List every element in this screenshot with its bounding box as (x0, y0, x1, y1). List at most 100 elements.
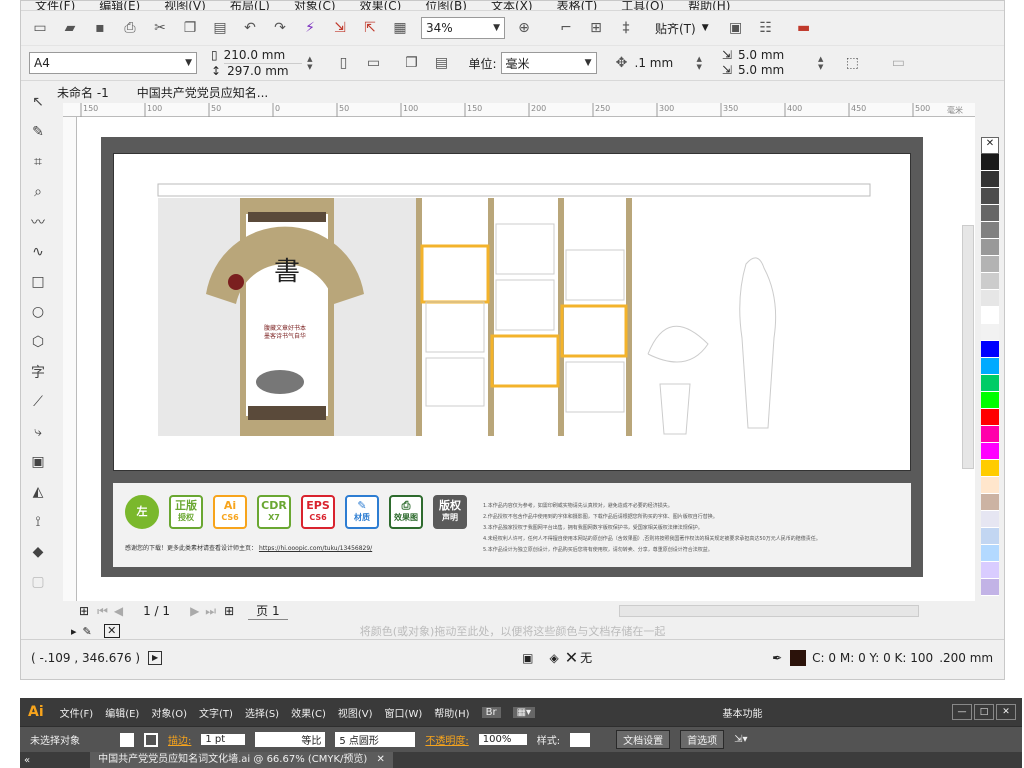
artboard[interactable]: 書 腹藏文章好书本 墨客诗书气自华 左 正版 授权 Ai CS6 CDR X7 … (101, 137, 923, 577)
color-swatch[interactable] (981, 375, 999, 392)
application-launcher-icon[interactable]: ▬ (793, 17, 815, 39)
ai-menu-item[interactable]: 选择(S) (245, 705, 279, 720)
print-icon[interactable]: ⎙ (119, 17, 141, 39)
duplicate-x-field[interactable]: 5.0 mm (738, 48, 816, 63)
nudge-spinner[interactable]: ▲ ▼ (697, 55, 702, 71)
nudge-distance-field[interactable]: .1 mm (635, 56, 695, 70)
ai-document-tab[interactable]: 中国共产党党员应知名词文化墙.ai @ 66.67% (CMYK/预览) ✕ (90, 752, 393, 768)
color-swatch[interactable] (981, 358, 999, 375)
page-tab[interactable]: 页 1 (248, 602, 288, 620)
color-swatch[interactable] (981, 511, 999, 528)
menu-item[interactable]: 编辑(E) (99, 1, 140, 10)
ellipse-tool-icon[interactable]: ○ (27, 301, 49, 323)
undo-icon[interactable]: ↶ (239, 17, 261, 39)
color-swatch[interactable] (981, 460, 999, 477)
paste-icon[interactable]: ▤ (209, 17, 231, 39)
stroke-weight-field[interactable]: 1 pt (201, 734, 246, 745)
menu-item[interactable]: 视图(V) (164, 1, 206, 10)
color-swatch[interactable] (981, 562, 999, 579)
status-play-icon[interactable]: ▶ (148, 650, 163, 665)
cut-icon[interactable]: ✂ (149, 17, 171, 39)
page-size-select[interactable]: A4 ▼ (29, 52, 197, 74)
menu-item[interactable]: 文本(X) (491, 1, 533, 10)
previous-page-icon[interactable]: ◀ (114, 604, 123, 618)
color-swatch[interactable] (981, 324, 999, 341)
zoom-level-select[interactable]: 34% ▼ (421, 17, 505, 39)
tab-party-members[interactable]: 中国共产党党员应知名... (137, 84, 268, 101)
color-swatch[interactable] (981, 579, 999, 596)
parallel-dimension-icon[interactable]: ⟋ (27, 391, 49, 413)
page-height-field[interactable]: 297.0 mm (227, 64, 305, 79)
duplicate-spinner[interactable]: ▲ ▼ (818, 55, 823, 71)
close-tab-icon[interactable]: ✕ (377, 754, 385, 765)
tab-untitled[interactable]: 未命名 -1 (57, 84, 109, 101)
style-swatch[interactable] (570, 732, 591, 747)
ai-menu-item[interactable]: 对象(O) (151, 705, 187, 720)
close-button[interactable]: ✕ (996, 704, 1016, 720)
color-swatch[interactable] (981, 409, 999, 426)
preferences-button[interactable]: 首选项 (680, 730, 725, 749)
stroke-profile[interactable]: 等比 (255, 732, 326, 747)
color-proof-icon[interactable]: ▣ (522, 651, 533, 665)
color-swatch[interactable] (981, 273, 999, 290)
menu-item[interactable]: 帮助(H) (688, 1, 730, 10)
minimize-button[interactable]: — (952, 704, 972, 720)
color-swatch[interactable] (981, 205, 999, 222)
save-icon[interactable]: ▪ (89, 17, 111, 39)
color-swatch[interactable] (981, 528, 999, 545)
stroke-swatch[interactable] (144, 732, 158, 747)
rectangle-tool-icon[interactable]: □ (27, 271, 49, 293)
polygon-tool-icon[interactable]: ⬡ (27, 331, 49, 353)
document-setup-button[interactable]: 文档设置 (616, 730, 671, 749)
horizontal-scrollbar[interactable] (619, 605, 919, 617)
options-icon[interactable]: ☷ (755, 17, 777, 39)
color-swatch[interactable] (981, 256, 999, 273)
color-swatch[interactable] (981, 154, 999, 171)
transparency-tool-icon[interactable]: ◭ (27, 481, 49, 503)
transform-icon[interactable]: ⇲▾ (734, 734, 747, 745)
menu-item[interactable]: 布局(L) (230, 1, 270, 10)
palette-menu-icon[interactable]: ▸ (71, 625, 77, 638)
welcome-screen-icon[interactable]: ▣ (725, 17, 747, 39)
show-guides-icon[interactable]: ‡ (615, 17, 637, 39)
maximize-button[interactable]: □ (974, 704, 994, 720)
units-select[interactable]: 毫米 ▼ (500, 52, 597, 74)
color-swatch[interactable] (981, 341, 999, 358)
color-swatch[interactable] (981, 290, 999, 307)
page-width-field[interactable]: 210.0 mm (223, 48, 302, 64)
import-icon[interactable]: ⇲ (329, 17, 351, 39)
treat-as-filled-icon[interactable]: ⬚ (841, 52, 863, 74)
ai-menu-item[interactable]: 文件(F) (60, 705, 94, 720)
menu-item[interactable]: 表格(T) (557, 1, 598, 10)
show-grid-icon[interactable]: ⊞ (585, 17, 607, 39)
ai-menu-item[interactable]: 文字(T) (199, 705, 233, 720)
color-swatch[interactable] (981, 443, 999, 460)
color-swatch[interactable] (981, 426, 999, 443)
pick-tool-icon[interactable]: ↖ (27, 91, 49, 113)
artistic-media-icon[interactable]: ∿ (27, 241, 49, 263)
color-swatch[interactable] (981, 545, 999, 562)
menu-item[interactable]: 对象(C) (294, 1, 336, 10)
last-page-icon[interactable]: ⏭ (205, 604, 216, 619)
menu-item[interactable]: 位图(B) (425, 1, 467, 10)
color-swatch[interactable] (981, 188, 999, 205)
first-page-icon[interactable]: ⏮ (97, 604, 108, 619)
interactive-fill-icon[interactable]: ◆ (27, 541, 49, 563)
color-swatch[interactable] (981, 239, 999, 256)
redo-icon[interactable]: ↷ (269, 17, 291, 39)
opacity-field[interactable]: 100% (478, 734, 527, 745)
menu-item[interactable]: 效果(C) (360, 1, 402, 10)
all-pages-icon[interactable]: ❐ (400, 52, 422, 74)
add-page-icon[interactable]: ⊞ (79, 604, 89, 618)
search-content-icon[interactable]: ⚡ (299, 17, 321, 39)
brush-definition[interactable]: 5 点圆形 (335, 732, 416, 747)
arrange-documents-icon[interactable]: ▦▾ (512, 706, 536, 718)
eyedropper-icon[interactable]: ✎ (83, 625, 92, 638)
menu-item[interactable]: 工具(O) (621, 1, 664, 10)
publish-pdf-icon[interactable]: ▦ (389, 17, 411, 39)
drawing-canvas[interactable]: 書 腹藏文章好书本 墨客诗书气自华 左 正版 授权 Ai CS6 CDR X7 … (77, 117, 975, 601)
ai-menu-item[interactable]: 效果(C) (291, 705, 326, 720)
ai-menu-item[interactable]: 帮助(H) (434, 705, 469, 720)
crop-tool-icon[interactable]: ⌗ (27, 151, 49, 173)
text-tool-icon[interactable]: 字 (27, 361, 49, 383)
